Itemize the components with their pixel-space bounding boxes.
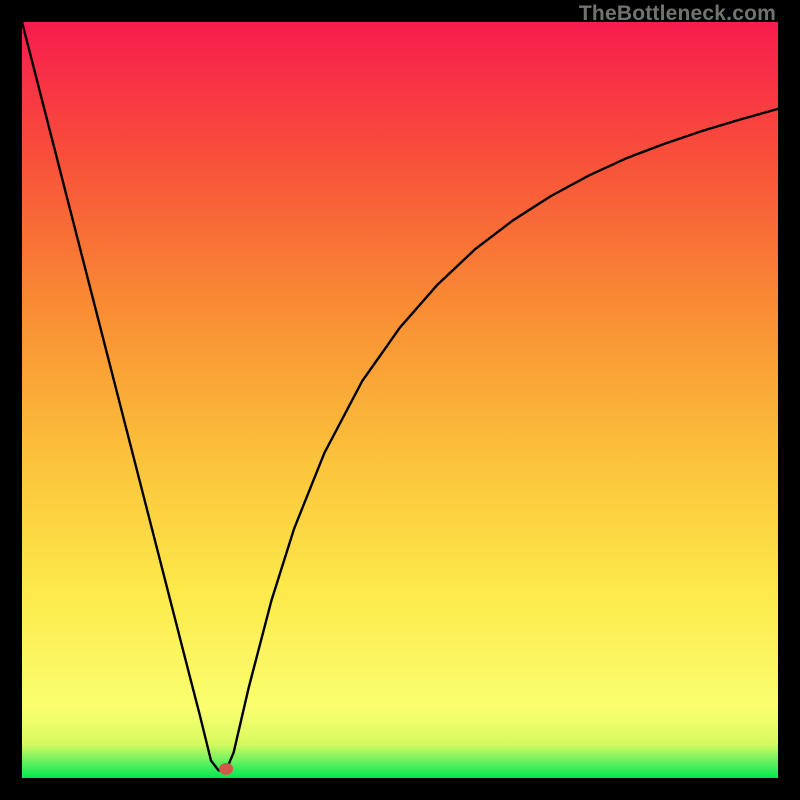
bottleneck-chart <box>22 22 778 778</box>
chart-background <box>22 22 778 778</box>
optimal-marker <box>219 763 233 775</box>
watermark-text: TheBottleneck.com <box>579 2 776 26</box>
chart-frame <box>22 22 778 778</box>
